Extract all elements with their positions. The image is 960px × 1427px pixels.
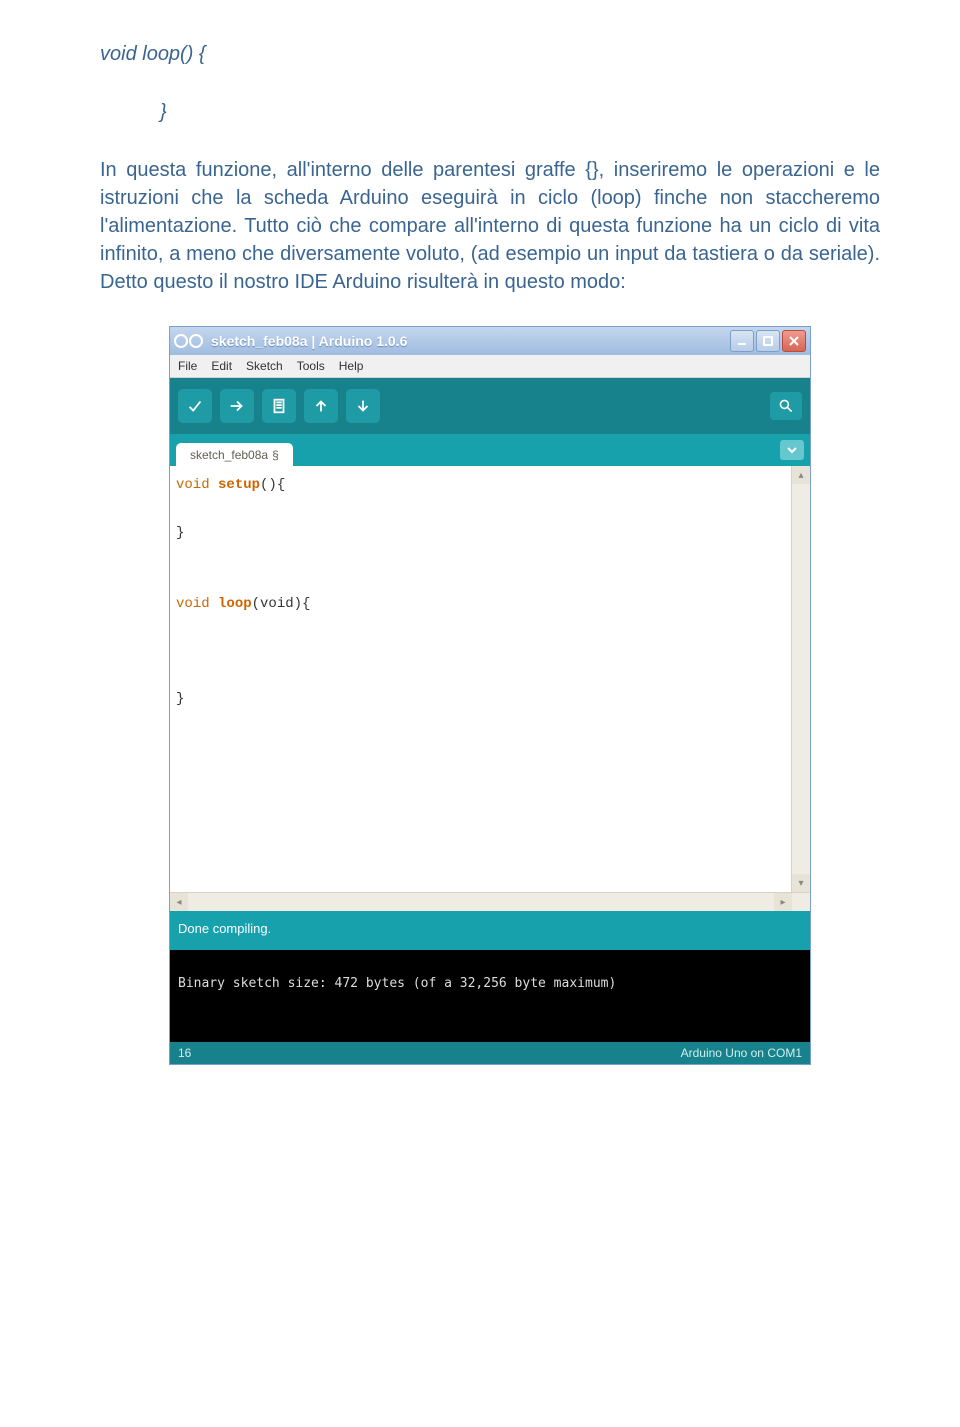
code-snippet: void loop() { }	[100, 40, 880, 126]
scroll-left-icon[interactable]: ◂	[170, 893, 188, 911]
board-port-label: Arduino Uno on COM1	[681, 1046, 802, 1060]
verify-button[interactable]	[178, 389, 212, 423]
close-button[interactable]	[782, 330, 806, 352]
status-bar: Done compiling.	[170, 911, 810, 950]
code-text: }	[176, 691, 184, 707]
code-editor[interactable]: void setup(){ } void loop(void){ }	[170, 466, 791, 892]
new-sketch-button[interactable]	[262, 389, 296, 423]
scroll-down-icon[interactable]: ▾	[792, 874, 810, 892]
save-sketch-button[interactable]	[346, 389, 380, 423]
bottom-bar: 16 Arduino Uno on COM1	[170, 1042, 810, 1064]
code-line: void loop() {	[100, 43, 206, 65]
serial-monitor-button[interactable]	[770, 392, 802, 420]
upload-button[interactable]	[220, 389, 254, 423]
scroll-up-icon[interactable]: ▴	[792, 466, 810, 484]
tab-label: sketch_feb08a	[190, 448, 268, 462]
function-name: setup	[218, 477, 260, 493]
arduino-logo-icon	[174, 334, 203, 348]
code-text: (){	[260, 477, 285, 493]
open-sketch-button[interactable]	[304, 389, 338, 423]
code-text: }	[176, 525, 184, 541]
tab-dropdown[interactable]	[780, 440, 804, 460]
console-line: Binary sketch size: 472 bytes (of a 32,2…	[178, 976, 616, 991]
keyword: void	[176, 477, 210, 493]
arduino-ide-window: sketch_feb08a | Arduino 1.0.6 File Edit …	[169, 326, 811, 1065]
maximize-button[interactable]	[756, 330, 780, 352]
menu-tools[interactable]: Tools	[297, 359, 325, 373]
body-paragraph: In questa funzione, all'interno delle pa…	[100, 156, 880, 296]
menu-sketch[interactable]: Sketch	[246, 359, 283, 373]
tab-modified-indicator: §	[272, 448, 279, 462]
code-text: (void){	[252, 596, 311, 612]
menu-bar: File Edit Sketch Tools Help	[170, 355, 810, 378]
console-output: Binary sketch size: 472 bytes (of a 32,2…	[170, 950, 810, 1042]
tab-strip: sketch_feb08a §	[170, 434, 810, 466]
keyword: void	[176, 596, 210, 612]
status-text: Done compiling.	[178, 921, 271, 936]
code-line: }	[160, 98, 880, 126]
menu-file[interactable]: File	[178, 359, 197, 373]
minimize-button[interactable]	[730, 330, 754, 352]
title-bar[interactable]: sketch_feb08a | Arduino 1.0.6	[170, 327, 810, 355]
horizontal-scrollbar[interactable]: ◂ ▸	[170, 892, 810, 911]
menu-help[interactable]: Help	[339, 359, 364, 373]
line-number: 16	[178, 1046, 191, 1060]
scroll-right-icon[interactable]: ▸	[774, 893, 792, 911]
toolbar	[170, 378, 810, 434]
vertical-scrollbar[interactable]: ▴ ▾	[791, 466, 810, 892]
menu-edit[interactable]: Edit	[211, 359, 232, 373]
tab-sketch[interactable]: sketch_feb08a §	[176, 443, 293, 466]
function-name: loop	[218, 596, 252, 612]
window-title: sketch_feb08a | Arduino 1.0.6	[211, 333, 407, 349]
